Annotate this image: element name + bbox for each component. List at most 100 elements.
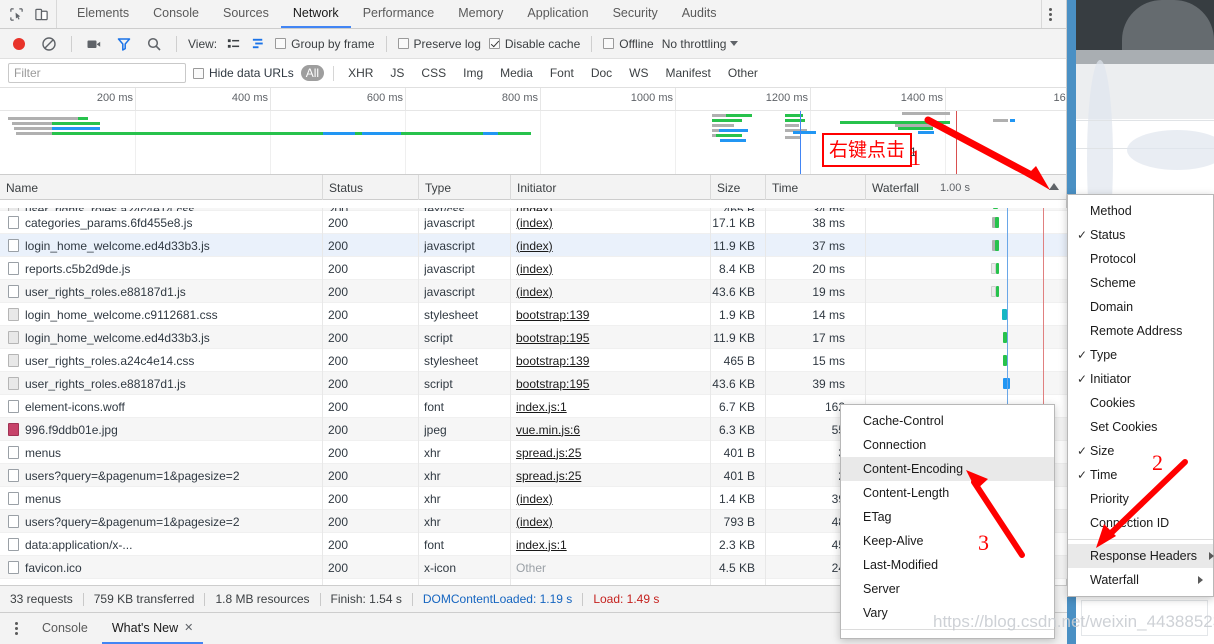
request-initiator[interactable]: (index) (516, 216, 553, 230)
group-by-frame-checkbox[interactable]: Group by frame (275, 37, 375, 51)
menu-item-priority[interactable]: Priority (1068, 487, 1213, 511)
filter-type-all[interactable]: All (300, 65, 325, 81)
table-row[interactable]: user_rights_roles.e88187d1.js 200 javasc… (0, 280, 1067, 303)
menu-item-waterfall[interactable]: Waterfall (1068, 568, 1213, 592)
menu-item-type[interactable]: ✓ Type (1068, 343, 1213, 367)
column-header-initiator[interactable]: Initiator (510, 175, 710, 200)
request-initiator[interactable]: index.js:1 (516, 538, 567, 552)
request-initiator[interactable]: (index) (516, 515, 553, 529)
camera-icon[interactable] (83, 36, 105, 52)
table-row[interactable]: reports.c5b2d9de.js 200 javascript (inde… (0, 257, 1067, 280)
request-initiator[interactable]: vue.min.js:6 (516, 423, 580, 437)
menu-item-domain[interactable]: Domain (1068, 295, 1213, 319)
submenu-item-cache-control[interactable]: Cache-Control (841, 409, 1054, 433)
table-row[interactable]: categories_params.6fd455e8.js 200 javasc… (0, 211, 1067, 234)
request-initiator[interactable]: index.js:1 (516, 400, 567, 414)
filter-funnel-icon[interactable] (113, 36, 135, 52)
menu-item-set-cookies[interactable]: Set Cookies (1068, 415, 1213, 439)
menu-item-connection-id[interactable]: Connection ID (1068, 511, 1213, 535)
tab-audits[interactable]: Audits (670, 0, 729, 28)
table-row[interactable]: user_rights_roles.a24c4e14.css 200 style… (0, 349, 1067, 372)
drawer-tab-console[interactable]: Console (32, 613, 98, 644)
menu-item-scheme[interactable]: Scheme (1068, 271, 1213, 295)
column-header-status[interactable]: Status (322, 175, 418, 200)
drawer-tab-whats-new[interactable]: What's New ✕ (101, 613, 204, 644)
submenu-item-etag[interactable]: ETag (841, 505, 1054, 529)
submenu-item-content-length[interactable]: Content-Length (841, 481, 1054, 505)
tab-security[interactable]: Security (601, 0, 670, 28)
request-initiator[interactable]: (index) (516, 262, 553, 276)
throttling-select[interactable]: No throttling (662, 37, 739, 51)
filter-type-other[interactable]: Other (723, 65, 763, 81)
kebab-menu-icon[interactable] (8, 621, 24, 637)
clear-button-icon[interactable] (38, 36, 60, 52)
column-header-type[interactable]: Type (418, 175, 510, 200)
request-initiator[interactable]: bootstrap:139 (516, 354, 589, 368)
menu-item-method[interactable]: Method (1068, 199, 1213, 223)
tab-console[interactable]: Console (141, 0, 211, 28)
tab-application[interactable]: Application (515, 0, 600, 28)
submenu-item-content-encoding[interactable]: Content-Encoding (841, 457, 1054, 481)
inspect-element-icon[interactable] (8, 6, 25, 23)
menu-item-cookies[interactable]: Cookies (1068, 391, 1213, 415)
menu-item-protocol[interactable]: Protocol (1068, 247, 1213, 271)
tab-memory[interactable]: Memory (446, 0, 515, 28)
sort-ascending-icon[interactable] (1049, 183, 1059, 190)
request-initiator[interactable]: spread.js:25 (516, 446, 581, 460)
filter-type-media[interactable]: Media (495, 65, 538, 81)
tab-performance[interactable]: Performance (351, 0, 447, 28)
submenu-item-keep-alive[interactable]: Keep-Alive (841, 529, 1054, 553)
request-initiator[interactable]: bootstrap:139 (516, 308, 589, 322)
filter-type-js[interactable]: JS (385, 65, 409, 81)
column-header-size[interactable]: Size (710, 175, 765, 200)
filter-type-doc[interactable]: Doc (586, 65, 617, 81)
overview-tick: 800 ms (502, 88, 541, 111)
filter-type-font[interactable]: Font (545, 65, 579, 81)
disable-cache-checkbox[interactable]: Disable cache (488, 37, 580, 51)
list-view-icon[interactable] (225, 35, 242, 52)
search-icon[interactable] (143, 36, 165, 52)
record-button-icon[interactable] (8, 36, 30, 52)
filter-type-xhr[interactable]: XHR (343, 65, 378, 81)
device-toolbar-icon[interactable] (33, 6, 50, 23)
table-row[interactable]: login_home_welcome.c9112681.css 200 styl… (0, 303, 1067, 326)
submenu-item-vary[interactable]: Vary (841, 601, 1054, 625)
submenu-item-server[interactable]: Server (841, 577, 1054, 601)
menu-item-response-headers[interactable]: Response Headers (1068, 544, 1214, 568)
network-overview-timeline[interactable]: 200 ms 400 ms 600 ms 800 ms 1000 ms 1200… (0, 88, 1066, 175)
kebab-menu-icon[interactable] (1042, 6, 1058, 22)
column-context-menu[interactable]: Method ✓ Status Protocol Scheme Domain Re… (1067, 194, 1214, 597)
filter-type-manifest[interactable]: Manifest (661, 65, 716, 81)
request-initiator[interactable]: (index) (516, 492, 553, 506)
table-row[interactable]: login_home_welcome.ed4d33b3.js 200 javas… (0, 234, 1067, 257)
hide-data-urls-checkbox[interactable]: Hide data URLs (193, 66, 294, 80)
waterfall-view-icon[interactable] (250, 35, 267, 52)
submenu-item-last-modified[interactable]: Last-Modified (841, 553, 1054, 577)
menu-item-time[interactable]: ✓ Time (1068, 463, 1213, 487)
close-icon[interactable]: ✕ (184, 621, 193, 634)
menu-item-size[interactable]: ✓ Size (1068, 439, 1213, 463)
filter-type-css[interactable]: CSS (416, 65, 451, 81)
column-header-time[interactable]: Time (765, 175, 865, 200)
filter-input[interactable] (8, 63, 186, 83)
menu-item-status[interactable]: ✓ Status (1068, 223, 1213, 247)
offline-checkbox[interactable]: Offline (603, 37, 654, 51)
filter-type-ws[interactable]: WS (624, 65, 653, 81)
request-initiator[interactable]: (index) (516, 285, 553, 299)
menu-item-remote-address[interactable]: Remote Address (1068, 319, 1213, 343)
tab-sources[interactable]: Sources (211, 0, 281, 28)
request-initiator[interactable]: spread.js:25 (516, 469, 581, 483)
menu-item-initiator[interactable]: ✓ Initiator (1068, 367, 1213, 391)
response-headers-submenu[interactable]: Cache-Control Connection Content-Encodin… (840, 404, 1055, 639)
request-initiator[interactable]: bootstrap:195 (516, 377, 589, 391)
tab-network[interactable]: Network (280, 0, 351, 28)
request-initiator[interactable]: bootstrap:195 (516, 331, 589, 345)
filter-type-img[interactable]: Img (458, 65, 488, 81)
table-row[interactable]: login_home_welcome.ed4d33b3.js 200 scrip… (0, 326, 1067, 349)
submenu-item-connection[interactable]: Connection (841, 433, 1054, 457)
column-header-name[interactable]: Name (0, 175, 322, 200)
table-row[interactable]: user_rights_roles.e88187d1.js 200 script… (0, 372, 1067, 395)
tab-elements[interactable]: Elements (65, 0, 141, 28)
request-initiator[interactable]: (index) (516, 239, 553, 253)
preserve-log-checkbox[interactable]: Preserve log (397, 37, 481, 51)
